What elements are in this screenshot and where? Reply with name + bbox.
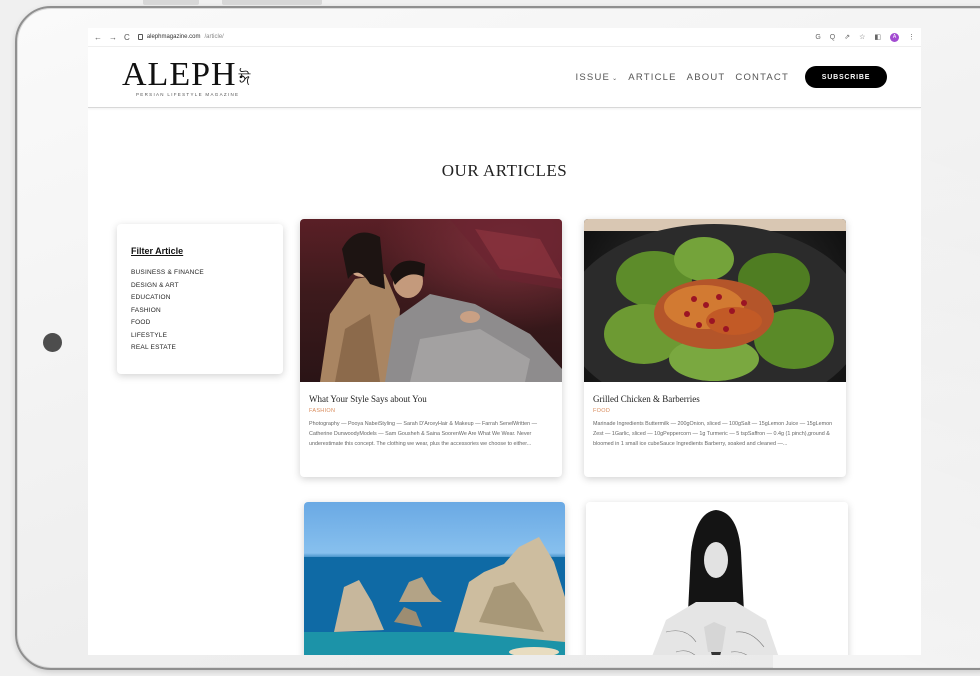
reload-icon[interactable]: C	[124, 33, 130, 42]
article-excerpt: Marinade Ingredients Buttermilk — 200gOn…	[593, 421, 833, 447]
nav-item-label: ISSUE	[575, 71, 611, 83]
browser-toolbar: ← → C alephmagazine.com/article/ G Q ⇗ ☆…	[88, 28, 921, 47]
url-domain: alephmagazine.com	[146, 34, 201, 40]
bookmark-star-icon[interactable]: ☆	[859, 33, 865, 41]
tablet-home-button	[43, 333, 62, 352]
site-logo[interactable]: ALEPH ঈ PERSIAN LIFESTYLE MAGAZINE	[122, 55, 252, 97]
article-image-fashion[interactable]	[300, 219, 562, 382]
article-title[interactable]: Grilled Chicken & Barberries	[593, 394, 837, 404]
food-photo	[584, 219, 846, 382]
profile-avatar[interactable]: A	[890, 32, 899, 42]
url-path: /article/	[204, 34, 224, 40]
logo-wordmark: ALEPH ঈ	[122, 55, 252, 93]
filter-item-real-estate[interactable]: REAL ESTATE	[131, 342, 269, 355]
share-icon[interactable]: ⇗	[844, 33, 850, 41]
chevron-down-icon: ⌄	[612, 75, 619, 82]
article-excerpt: Photography — Pooya NabeiStyling — Sarah…	[309, 421, 538, 447]
browser-tools: G Q ⇗ ☆ ◧ A ⋮	[815, 32, 915, 42]
article-image-travel[interactable]	[304, 502, 565, 655]
article-card-art[interactable]	[586, 502, 848, 655]
article-card-travel[interactable]	[304, 502, 565, 655]
lock-icon	[137, 34, 143, 40]
browser-menu-icon[interactable]: ⋮	[908, 33, 915, 41]
filter-item-lifestyle[interactable]: LIFESTYLE	[131, 330, 269, 343]
filter-panel: Filter Article BUSINESS & FINANCE DESIGN…	[117, 224, 283, 374]
tablet-top-tab	[222, 0, 322, 5]
address-bar[interactable]: alephmagazine.com/article/	[137, 34, 224, 40]
fashion-photo	[320, 219, 562, 382]
article-category[interactable]: FASHION	[309, 408, 553, 414]
filter-item-business-finance[interactable]: BUSINESS & FINANCE	[131, 267, 269, 280]
subscribe-button[interactable]: SUBSCRIBE	[805, 66, 887, 88]
nav-item-article[interactable]: ARTICLE	[628, 72, 676, 83]
article-body: What Your Style Says about You FASHION P…	[300, 382, 562, 457]
page-title: OUR ARTICLES	[441, 161, 568, 180]
article-image-food[interactable]	[584, 219, 846, 382]
article-card-food[interactable]: Grilled Chicken & Barberries FOOD Marina…	[584, 219, 846, 477]
article-category[interactable]: FOOD	[593, 408, 837, 414]
article-card-fashion[interactable]: What Your Style Says about You FASHION P…	[300, 219, 562, 477]
filter-item-education[interactable]: EDUCATION	[131, 292, 269, 305]
bw-portrait-photo	[652, 510, 779, 655]
browser-nav: ← → C	[94, 33, 130, 42]
logo-mark: ঈ	[238, 68, 252, 89]
article-title[interactable]: What Your Style Says about You	[309, 394, 553, 404]
rocks-photo	[304, 537, 565, 655]
forward-icon[interactable]: →	[109, 33, 117, 42]
nav-item-contact[interactable]: CONTACT	[735, 72, 789, 83]
article-image-art[interactable]	[586, 502, 848, 655]
article-body: Grilled Chicken & Barberries FOOD Marina…	[584, 382, 846, 457]
logo-tagline: PERSIAN LIFESTYLE MAGAZINE	[136, 91, 240, 97]
site-header: ALEPH ঈ PERSIAN LIFESTYLE MAGAZINE ISSUE ⌄…	[88, 47, 921, 108]
back-icon[interactable]: ←	[94, 33, 102, 42]
side-panel-icon[interactable]: ◧	[874, 33, 881, 41]
filter-item-fashion[interactable]: FASHION	[131, 305, 269, 318]
nav-item-issue[interactable]: ISSUE ⌄	[576, 72, 619, 83]
browser-screen: ← → C alephmagazine.com/article/ G Q ⇗ ☆…	[88, 28, 921, 655]
filter-title: Filter Article	[131, 246, 184, 256]
tablet-top-tab	[143, 0, 199, 5]
google-icon[interactable]: G	[815, 34, 820, 41]
logo-text: ALEPH	[122, 55, 237, 93]
zoom-icon[interactable]: Q	[830, 34, 835, 41]
filter-item-design-art[interactable]: DESIGN & ART	[131, 280, 269, 293]
main-nav: ISSUE ⌄ ARTICLE ABOUT CONTACT SUBSCRIBE	[576, 66, 887, 88]
nav-item-about[interactable]: ABOUT	[687, 72, 726, 83]
filter-list: BUSINESS & FINANCE DESIGN & ART EDUCATIO…	[131, 267, 269, 355]
filter-item-food[interactable]: FOOD	[131, 317, 269, 330]
